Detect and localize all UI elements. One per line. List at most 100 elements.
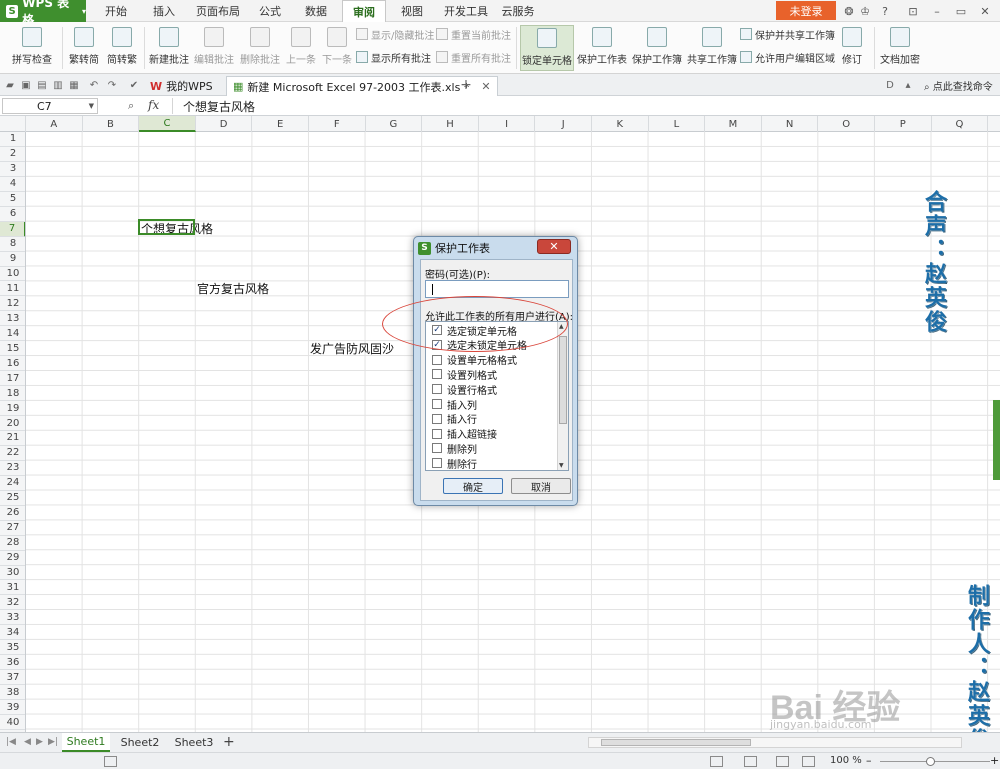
checkbox-unchecked[interactable] xyxy=(432,354,442,365)
close-icon[interactable]: ✕ xyxy=(481,80,490,93)
show-all-comments-button[interactable]: 显示所有批注 xyxy=(356,49,431,65)
row-header-36[interactable]: 36 xyxy=(0,655,25,671)
skin-icon[interactable]: ❂ xyxy=(842,4,856,18)
row-header-13[interactable]: 13 xyxy=(0,311,25,327)
spellcheck-button[interactable]: 拼写检查 xyxy=(6,25,58,71)
row-header-5[interactable]: 5 xyxy=(0,192,25,207)
permission-option[interactable]: ✓ 选定锁定单元格 xyxy=(432,323,517,338)
column-header-m[interactable]: M xyxy=(705,116,762,132)
row-header-20[interactable]: 20 xyxy=(0,416,25,431)
restore-ribbon-icon[interactable]: ⊡ xyxy=(906,4,920,18)
edit-comment-button[interactable]: 编辑批注 xyxy=(192,25,236,71)
delete-comment-button[interactable]: 删除批注 xyxy=(238,25,282,71)
permission-option[interactable]: 插入列 xyxy=(432,397,477,412)
shirt-icon[interactable]: ♔ xyxy=(858,4,872,18)
zoom-out-icon[interactable]: – xyxy=(866,754,872,767)
help-icon[interactable]: ? xyxy=(878,4,892,18)
permission-option[interactable]: 插入超链接 xyxy=(432,427,497,441)
permission-option[interactable]: ✓ 选定未锁定单元格 xyxy=(432,338,527,352)
select-all-corner[interactable] xyxy=(0,116,26,132)
print-icon[interactable]: ▥ xyxy=(52,79,64,91)
reading-mode-icon[interactable] xyxy=(802,756,815,767)
formula-input[interactable]: 个想复古风格 xyxy=(172,98,998,114)
reset-all-comments-button[interactable]: 重置所有批注 xyxy=(436,49,511,65)
row-header-31[interactable]: 31 xyxy=(0,581,25,596)
zoom-search-icon[interactable]: ⌕ xyxy=(128,99,134,113)
row-header-23[interactable]: 23 xyxy=(0,461,25,476)
zoom-level[interactable]: 100 % xyxy=(830,755,862,766)
protect-share-workbook-button[interactable]: 保护并共享工作簿 xyxy=(740,26,835,42)
zoom-slider[interactable] xyxy=(880,761,990,762)
minimize-icon[interactable]: – xyxy=(930,4,944,18)
new-comment-button[interactable]: 新建批注 xyxy=(148,25,190,71)
tab-cloud[interactable]: 云服务 xyxy=(498,0,538,22)
tab-page-layout[interactable]: 页面布局 xyxy=(190,0,246,22)
row-header-2[interactable]: 2 xyxy=(0,147,25,162)
row-header-22[interactable]: 22 xyxy=(0,446,25,461)
new-tab-plus-icon[interactable]: + xyxy=(460,77,472,93)
reset-current-comment-button[interactable]: 重置当前批注 xyxy=(436,26,511,42)
fx-icon[interactable]: fx xyxy=(148,98,159,112)
prev-comment-button[interactable]: 上一条 xyxy=(284,25,318,71)
trad-to-simp-button[interactable]: 繁转简 xyxy=(66,25,102,71)
dialog-close-button[interactable]: ✕ xyxy=(537,239,571,254)
close-icon[interactable]: ✕ xyxy=(978,4,992,18)
permission-option[interactable]: 删除列 xyxy=(432,441,477,456)
horizontal-scrollbar[interactable] xyxy=(588,737,962,748)
prev-sheet-icon[interactable]: ◀ xyxy=(24,737,31,747)
next-comment-button[interactable]: 下一条 xyxy=(320,25,354,71)
zoom-slider-knob[interactable] xyxy=(926,757,935,766)
row-header-29[interactable]: 29 xyxy=(0,551,25,566)
checkbox-checked[interactable]: ✓ xyxy=(432,325,442,335)
ok-button[interactable]: 确定 xyxy=(443,478,503,494)
sheet-tab-3[interactable]: Sheet3 xyxy=(170,733,218,752)
simp-to-trad-button[interactable]: 简转繁 xyxy=(104,25,140,71)
normal-view-icon[interactable] xyxy=(710,756,723,767)
scroll-down-icon[interactable]: ▼ xyxy=(559,462,564,469)
find-command[interactable]: ⌕ 点此查找命令 xyxy=(924,78,993,93)
row-header-12[interactable]: 12 xyxy=(0,296,25,312)
column-header-b[interactable]: B xyxy=(83,116,140,132)
sheet-tab-2[interactable]: Sheet2 xyxy=(116,733,164,752)
row-header-7[interactable]: 7 xyxy=(0,221,25,237)
checkbox-unchecked[interactable] xyxy=(432,384,442,395)
tab-view[interactable]: 视图 xyxy=(394,0,430,22)
row-header-3[interactable]: 3 xyxy=(0,162,25,177)
cancel-button[interactable]: 取消 xyxy=(511,478,571,494)
last-sheet-icon[interactable]: ▶| xyxy=(48,737,58,747)
side-panel-handle[interactable] xyxy=(993,400,1000,480)
zoom-in-icon[interactable]: + xyxy=(990,754,999,767)
permission-option[interactable]: 设置行格式 xyxy=(432,382,497,397)
row-header-33[interactable]: 33 xyxy=(0,610,25,626)
row-header-32[interactable]: 32 xyxy=(0,595,25,611)
print-preview-icon[interactable]: ▦ xyxy=(68,79,80,91)
row-header-9[interactable]: 9 xyxy=(0,252,25,267)
row-header-1[interactable]: 1 xyxy=(0,132,25,147)
checkbox-unchecked[interactable] xyxy=(432,443,442,454)
open-icon[interactable]: ▰ xyxy=(4,79,16,91)
redo-icon[interactable]: ↷ xyxy=(106,79,118,91)
column-header-e[interactable]: E xyxy=(252,116,309,132)
name-box[interactable]: C7 ▼ xyxy=(2,98,98,114)
show-hide-comment-button[interactable]: 显示/隐藏批注 xyxy=(356,26,434,42)
column-header-n[interactable]: N xyxy=(762,116,819,132)
login-button[interactable]: 未登录 xyxy=(776,1,836,20)
doc-tab-workbook[interactable]: ▦ 新建 Microsoft Excel 97-2003 工作表.xls * ✕ xyxy=(226,76,498,96)
row-header-21[interactable]: 21 xyxy=(0,431,25,446)
export-pdf-icon[interactable]: ▤ xyxy=(36,79,48,91)
doc-encrypt-button[interactable]: 文档加密 xyxy=(878,25,922,71)
row-header-37[interactable]: 37 xyxy=(0,670,25,686)
lock-cell-button[interactable]: 锁定单元格 xyxy=(520,25,574,71)
row-header-14[interactable]: 14 xyxy=(0,326,25,342)
row-header-19[interactable]: 19 xyxy=(0,401,25,417)
row-header-40[interactable]: 40 xyxy=(0,715,25,730)
password-field[interactable] xyxy=(425,280,569,298)
row-header-6[interactable]: 6 xyxy=(0,207,25,222)
column-header-h[interactable]: H xyxy=(422,116,479,132)
row-header-30[interactable]: 30 xyxy=(0,566,25,581)
column-header-q[interactable]: Q xyxy=(932,116,989,132)
protect-workbook-button[interactable]: 保护工作簿 xyxy=(630,25,684,71)
d-icon[interactable]: D xyxy=(884,79,896,91)
hide-icon[interactable]: ▴ xyxy=(902,79,914,91)
row-header-25[interactable]: 25 xyxy=(0,491,25,506)
